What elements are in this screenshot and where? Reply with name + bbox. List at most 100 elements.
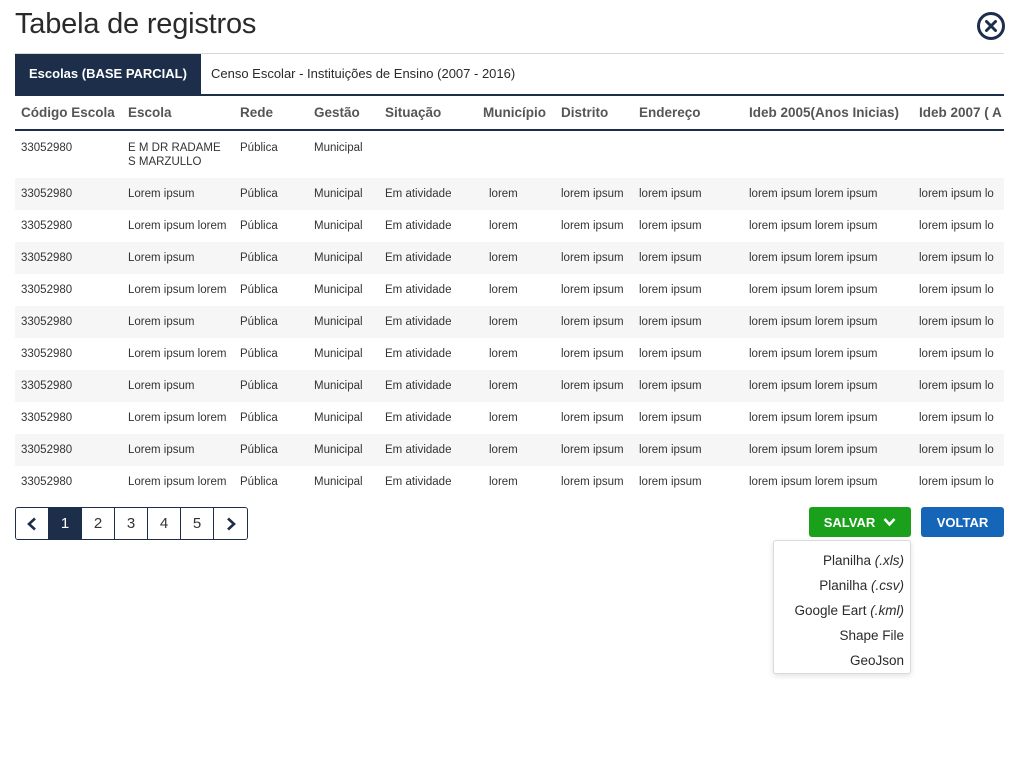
cell-escola: E M DR RADAME S MARZULLO <box>128 142 221 168</box>
cell-escola: Lorem ipsum lorem <box>128 220 227 232</box>
page-button-4[interactable]: 4 <box>148 508 181 539</box>
cell-gestao: Municipal <box>314 476 363 488</box>
back-button[interactable]: VOLTAR <box>921 507 1004 537</box>
cell-municipio: lorem <box>477 242 555 274</box>
cell-ideb-2005: lorem ipsum lorem ipsum <box>749 348 878 360</box>
cell-ideb-2005: lorem ipsum lorem ipsum <box>749 220 878 232</box>
cell-ideb-2005: lorem ipsum lorem ipsum <box>743 242 913 274</box>
page-button-1[interactable]: 1 <box>49 508 82 539</box>
next-page-button[interactable] <box>214 508 247 539</box>
column-header-endereco[interactable]: Endereço <box>633 96 743 131</box>
table-row[interactable]: 33052980 Lorem ipsum Pública Municipal Em at… <box>15 434 1004 466</box>
column-header-escola[interactable]: Escola <box>122 96 234 131</box>
menu-item-geojson[interactable]: GeoJson <box>774 650 910 675</box>
prev-page-button[interactable] <box>16 508 49 539</box>
cell-endereco: lorem ipsum <box>633 306 743 338</box>
chevron-left-icon <box>27 517 36 530</box>
cell-rede: Pública <box>240 348 278 360</box>
cell-escola: Lorem ipsum lorem <box>128 284 227 296</box>
cell-ideb-2007: lorem ipsum lo <box>919 348 994 360</box>
cell-rede: Pública <box>234 178 308 210</box>
column-header-situacao[interactable]: Situação <box>379 96 477 131</box>
chevron-down-icon <box>883 518 896 527</box>
page-button-2[interactable]: 2 <box>82 508 115 539</box>
cell-ideb-2007: lorem ipsum lo <box>919 220 994 232</box>
tab-escolas[interactable]: Escolas (BASE PARCIAL) <box>15 54 201 94</box>
table-row[interactable]: 33052980 E M DR RADAME S MARZULLO Pública M… <box>15 130 1004 178</box>
column-header-distrito[interactable]: Distrito <box>555 96 633 131</box>
cell-ideb-2007: lorem ipsum lo <box>913 434 1004 466</box>
table-row[interactable]: 33052980 Lorem ipsum lorem Pública Municipa… <box>15 402 1004 434</box>
cell-distrito: lorem ipsum <box>555 370 633 402</box>
cell-distrito: lorem ipsum <box>561 220 624 232</box>
cell-ideb-2007: lorem ipsum lo <box>913 306 1004 338</box>
cell-endereco: lorem ipsum <box>639 476 702 488</box>
cell-escola: Lorem ipsum <box>122 306 234 338</box>
menu-item-kml[interactable]: Google Eart (.kml) <box>774 600 910 625</box>
table-row[interactable]: 33052980 Lorem ipsum Pública Municipal Em at… <box>15 370 1004 402</box>
table-row[interactable]: 33052980 Lorem ipsum lorem Pública Municipa… <box>15 466 1004 498</box>
cell-situacao: Em atividade <box>385 284 452 296</box>
table-row[interactable]: 33052980 Lorem ipsum lorem Pública Municipa… <box>15 210 1004 242</box>
cell-distrito: lorem ipsum <box>561 476 624 488</box>
close-button[interactable] <box>977 12 1005 40</box>
records-table-container[interactable]: Código Escola Escola Rede Gestão Situação Mun… <box>15 96 1004 498</box>
cell-ideb-2007: lorem ipsum lo <box>913 178 1004 210</box>
menu-item-csv[interactable]: Planilha (.csv) <box>774 575 910 600</box>
cell-ideb-2005: lorem ipsum lorem ipsum <box>743 434 913 466</box>
table-row[interactable]: 33052980 Lorem ipsum Pública Municipal Em at… <box>15 242 1004 274</box>
cell-gestao: Municipal <box>308 370 379 402</box>
menu-item-shapefile[interactable]: Shape File <box>774 625 910 650</box>
table-row[interactable]: 33052980 Lorem ipsum lorem Pública Municipa… <box>15 274 1004 306</box>
column-header-rede[interactable]: Rede <box>234 96 308 131</box>
cell-ideb-2005: lorem ipsum lorem ipsum <box>749 284 878 296</box>
column-header-gestao[interactable]: Gestão <box>308 96 379 131</box>
page-title: Tabela de registros <box>15 8 257 40</box>
cell-endereco <box>633 130 743 178</box>
page-button-3[interactable]: 3 <box>115 508 148 539</box>
cell-rede: Pública <box>240 412 278 424</box>
table-row[interactable]: 33052980 Lorem ipsum Pública Municipal Em at… <box>15 306 1004 338</box>
cell-ideb-2005: lorem ipsum lorem ipsum <box>743 178 913 210</box>
menu-item-xls[interactable]: Planilha (.xls) <box>774 550 910 575</box>
cell-municipio: lorem <box>489 412 518 424</box>
cell-rede: Pública <box>240 142 278 154</box>
pagination: 1 2 3 4 5 <box>15 507 248 540</box>
save-button[interactable]: SALVAR <box>809 507 911 537</box>
cell-situacao: Em atividade <box>385 476 452 488</box>
cell-endereco: lorem ipsum <box>639 348 702 360</box>
column-header-ideb-2007[interactable]: Ideb 2007 ( A <box>913 96 1004 131</box>
column-header-municipio[interactable]: Município <box>477 96 555 131</box>
records-table: Código Escola Escola Rede Gestão Situação Mun… <box>15 96 1004 498</box>
cell-rede: Pública <box>234 370 308 402</box>
column-header-codigo-escola[interactable]: Código Escola <box>15 96 122 131</box>
cell-ideb-2005: lorem ipsum lorem ipsum <box>749 412 878 424</box>
cell-gestao: Municipal <box>308 434 379 466</box>
cell-gestao: Municipal <box>314 220 363 232</box>
page-button-5[interactable]: 5 <box>181 508 214 539</box>
table-header-row: Código Escola Escola Rede Gestão Situação Mun… <box>15 96 1004 131</box>
table-row[interactable]: 33052980 Lorem ipsum Pública Municipal Em at… <box>15 178 1004 210</box>
cell-situacao: Em atividade <box>379 178 477 210</box>
tab-censo-escolar[interactable]: Censo Escolar - Instituições de Ensino (… <box>201 54 529 94</box>
cell-endereco: lorem ipsum <box>633 242 743 274</box>
table-row[interactable]: 33052980 Lorem ipsum lorem Pública Municipa… <box>15 338 1004 370</box>
cell-municipio: lorem <box>477 306 555 338</box>
cell-rede: Pública <box>240 476 278 488</box>
cell-distrito <box>555 130 633 178</box>
chevron-right-icon <box>226 517 236 530</box>
cell-endereco: lorem ipsum <box>633 178 743 210</box>
cell-escola: Lorem ipsum <box>122 370 234 402</box>
cell-ideb-2005: lorem ipsum lorem ipsum <box>749 476 878 488</box>
cell-gestao: Municipal <box>314 284 363 296</box>
cell-endereco: lorem ipsum <box>633 370 743 402</box>
cell-situacao: Em atividade <box>385 220 452 232</box>
column-header-ideb-2005[interactable]: Ideb 2005(Anos Inicias) <box>743 96 913 131</box>
cell-ideb-2007: lorem ipsum lo <box>919 412 994 424</box>
cell-codigo-escola: 33052980 <box>15 178 122 210</box>
cell-codigo-escola: 33052980 <box>15 242 122 274</box>
menu-item-suffix: (.csv) <box>871 578 904 593</box>
cell-escola: Lorem ipsum lorem <box>128 476 227 488</box>
cell-escola: Lorem ipsum lorem <box>128 348 227 360</box>
cell-situacao: Em atividade <box>385 412 452 424</box>
